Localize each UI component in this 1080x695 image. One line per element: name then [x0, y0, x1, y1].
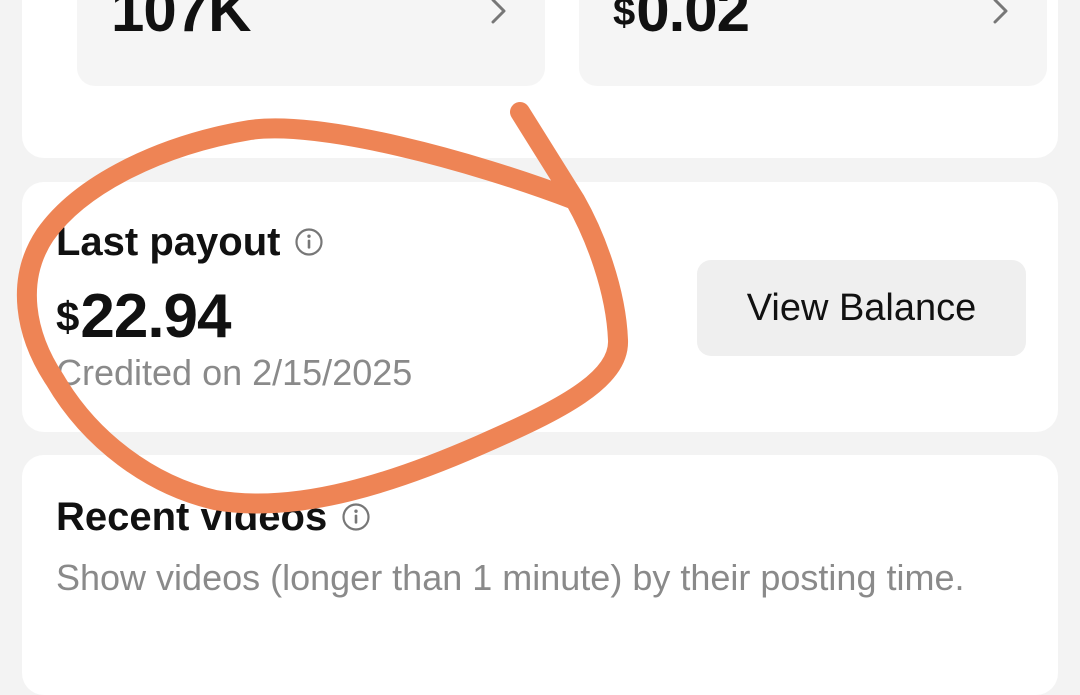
- payout-amount-value: 22.94: [80, 282, 231, 351]
- views-value: 107K: [111, 0, 251, 44]
- payout-currency: $: [56, 293, 79, 340]
- info-icon[interactable]: [341, 502, 371, 532]
- payout-amount: $22.94: [56, 286, 232, 348]
- recent-videos-title: Recent videos: [56, 495, 328, 539]
- info-icon[interactable]: [294, 227, 324, 257]
- payout-header: Last payout: [56, 222, 324, 262]
- recent-videos-card: Recent videos Show videos (longer than 1…: [22, 455, 1058, 695]
- payout-label: Last payout: [56, 220, 281, 264]
- rpm-value: $0.02: [613, 0, 750, 44]
- payout-credited-date: Credited on 2/15/2025: [56, 352, 413, 393]
- recent-videos-description: Show videos (longer than 1 minute) by th…: [56, 557, 965, 598]
- rpm-amount: 0.02: [636, 0, 750, 44]
- rpm-currency: $: [613, 0, 635, 34]
- stats-panel: 107K $0.02: [22, 0, 1058, 158]
- view-balance-button[interactable]: View Balance: [697, 260, 1026, 356]
- rpm-stat-card[interactable]: $0.02: [579, 0, 1047, 86]
- recent-videos-header: Recent videos: [56, 497, 371, 537]
- chevron-right-icon: [491, 0, 506, 24]
- views-stat-card[interactable]: 107K: [77, 0, 545, 86]
- chevron-right-icon: [993, 0, 1008, 24]
- last-payout-card: Last payout $22.94 Credited on 2/15/2025…: [22, 182, 1058, 432]
